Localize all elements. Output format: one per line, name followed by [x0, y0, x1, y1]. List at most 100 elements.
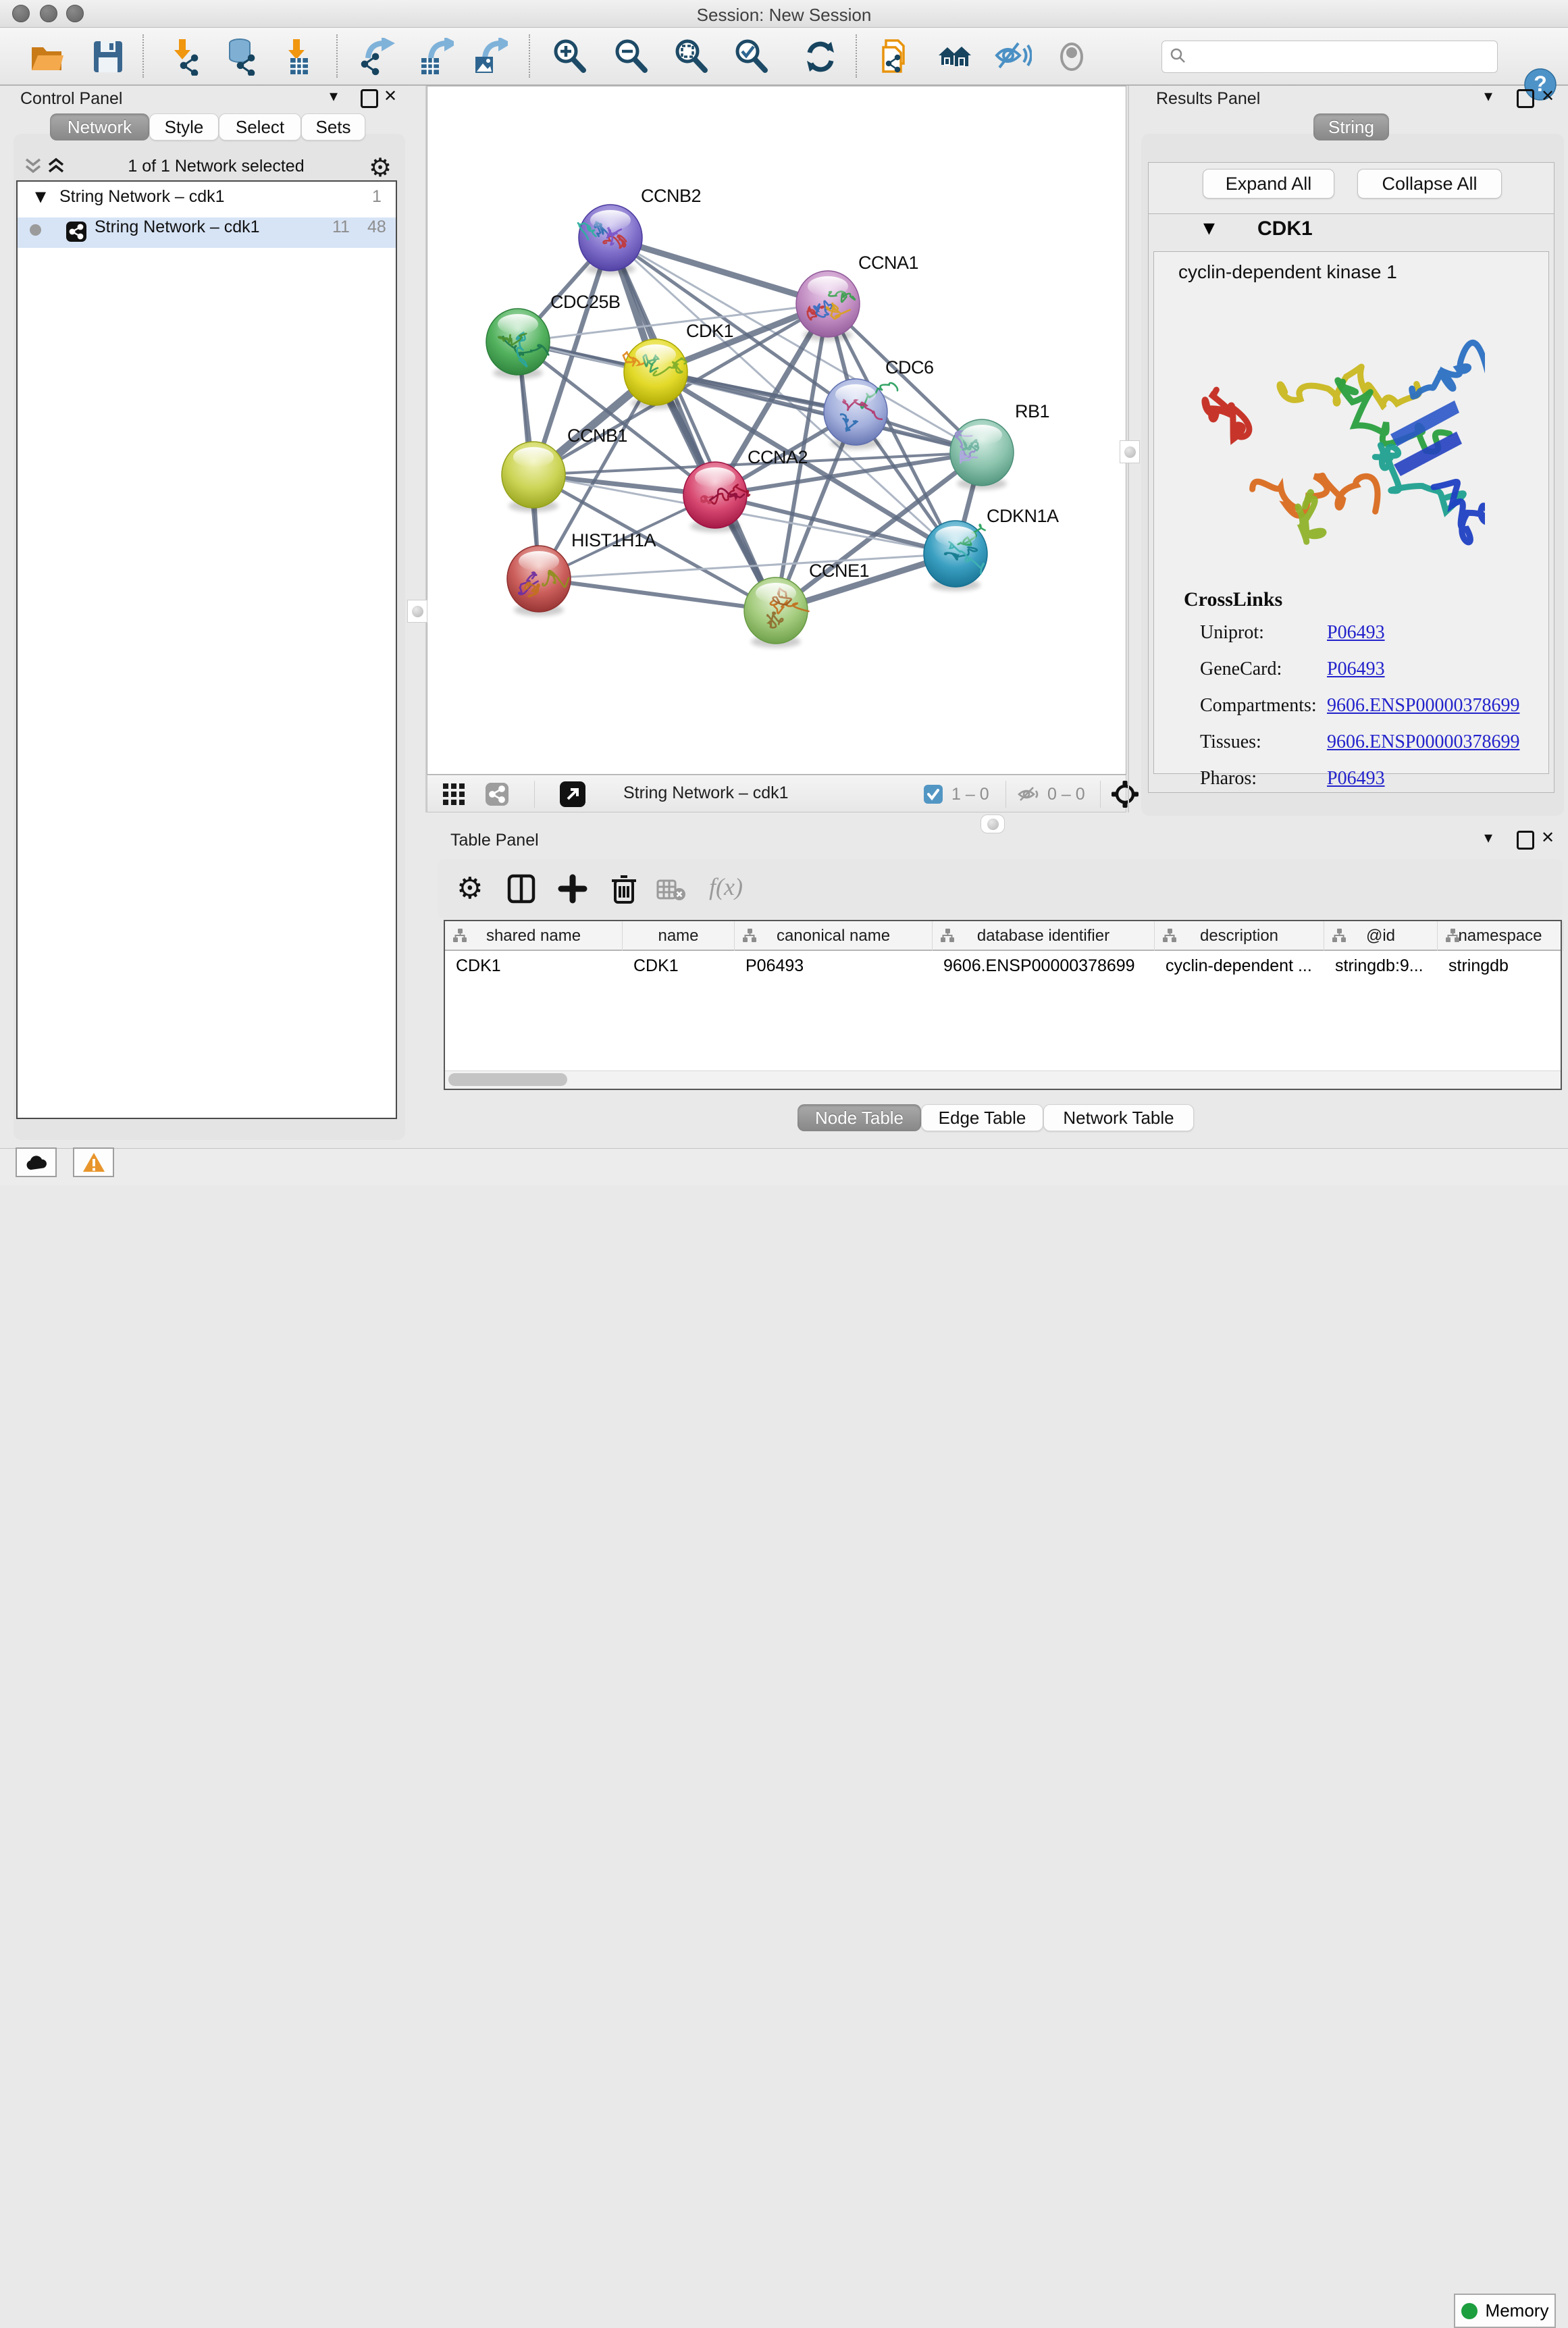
show-eye-icon[interactable]	[1053, 38, 1091, 76]
expand-all-button[interactable]: Expand All	[1203, 169, 1334, 199]
zoom-selected-icon[interactable]	[733, 38, 770, 76]
table-cell[interactable]: CDK1	[456, 956, 616, 976]
collapse-all-icon[interactable]	[24, 157, 42, 179]
edge-HIST1H1A-CCNE1	[539, 579, 776, 611]
table-hscrollbar-thumb[interactable]	[448, 1073, 567, 1086]
network-row-selected[interactable]: String Network – cdk1 11 48	[18, 217, 396, 248]
results-panel-maximize-icon[interactable]	[1517, 89, 1534, 108]
column-header-namespace[interactable]: namespace	[1438, 921, 1563, 951]
column-header-id[interactable]: @id	[1324, 921, 1438, 951]
fit-content-crosshair-icon[interactable]	[1111, 780, 1139, 812]
zoom-fit-icon[interactable]	[673, 38, 710, 76]
control-panel-maximize-icon[interactable]	[361, 89, 378, 108]
crosslink-label: GeneCard:	[1200, 658, 1282, 679]
node-CCNB1[interactable]: CCNB1	[502, 425, 627, 512]
cloud-button[interactable]	[16, 1147, 57, 1177]
section-collapse-triangle-icon[interactable]: ▼	[1203, 220, 1215, 237]
tab-edge-table[interactable]: Edge Table	[921, 1104, 1043, 1131]
table-panel-float-icon[interactable]: ▾	[1484, 828, 1492, 847]
function-builder-icon[interactable]: f(x)	[709, 873, 743, 901]
search-input[interactable]	[1193, 47, 1497, 67]
results-panel-close-icon[interactable]: ✕	[1541, 86, 1554, 105]
table-cell[interactable]: P06493	[746, 956, 926, 976]
zoom-in-icon[interactable]	[551, 38, 589, 76]
column-header-name[interactable]: name	[623, 921, 735, 951]
table-options-gear-icon[interactable]: ⚙	[456, 871, 483, 906]
selected-counter: 1 – 0	[951, 785, 989, 804]
export-image-icon[interactable]	[470, 38, 508, 76]
delete-column-trash-icon[interactable]	[609, 873, 639, 908]
table-panel-maximize-icon[interactable]	[1517, 831, 1534, 850]
import-database-icon[interactable]	[224, 38, 261, 76]
toolbar-separator	[529, 34, 530, 78]
hidden-eye-icon[interactable]	[1016, 784, 1041, 808]
control-panel-close-icon[interactable]: ✕	[384, 86, 397, 105]
window-title: Session: New Session	[0, 5, 1568, 26]
delete-table-icon[interactable]	[656, 878, 686, 906]
tab-style[interactable]: Style	[149, 113, 219, 140]
node-RB1[interactable]: RB1	[950, 401, 1049, 490]
collapse-all-button[interactable]: Collapse All	[1357, 169, 1502, 199]
tab-node-table[interactable]: Node Table	[798, 1104, 921, 1131]
selected-checkbox-icon[interactable]	[923, 784, 943, 808]
memory-button[interactable]: Memory	[1454, 2294, 1556, 2328]
show-columns-icon[interactable]	[506, 874, 536, 907]
node-CCNE1[interactable]: CCNE1	[744, 561, 869, 648]
column-header-databaseidentifier[interactable]: database identifier	[933, 921, 1155, 951]
copy-document-icon[interactable]	[878, 38, 916, 76]
results-panel-float-icon[interactable]: ▾	[1484, 86, 1492, 105]
table-cell[interactable]: cyclin-dependent ...	[1166, 956, 1317, 976]
expand-all-icon[interactable]	[47, 157, 65, 179]
left-splitter[interactable]	[425, 86, 427, 812]
control-panel-float-icon[interactable]: ▾	[330, 86, 338, 105]
crosslink-link[interactable]: P06493	[1327, 658, 1385, 680]
crosslink-link[interactable]: 9606.ENSP00000378699	[1327, 731, 1519, 753]
refresh-icon[interactable]	[802, 38, 839, 76]
crosslink-label: Compartments:	[1200, 695, 1317, 716]
left-splitter-handle[interactable]	[407, 600, 427, 623]
save-icon[interactable]	[89, 38, 127, 76]
node-CDKN1A[interactable]: CDKN1A	[924, 506, 1059, 591]
crosslink-link[interactable]: P06493	[1327, 768, 1385, 790]
network-options-gear-icon[interactable]: ⚙	[369, 153, 392, 182]
node-label-RB1: RB1	[1015, 401, 1049, 421]
table-cell[interactable]: CDK1	[633, 956, 728, 976]
collapse-triangle-icon[interactable]: ▼	[35, 188, 46, 205]
node-CDC25B[interactable]: CDC25B	[486, 292, 621, 379]
tab-network-table[interactable]: Network Table	[1043, 1104, 1194, 1131]
node-table[interactable]: shared name name canonical name database…	[444, 920, 1562, 1090]
tab-string[interactable]: String	[1313, 113, 1389, 140]
node-CCNA1[interactable]: CCNA1	[796, 253, 918, 341]
column-header-description[interactable]: description	[1155, 921, 1324, 951]
crosslink-link[interactable]: P06493	[1327, 622, 1385, 644]
zoom-out-icon[interactable]	[612, 38, 650, 76]
tab-sets[interactable]: Sets	[301, 113, 365, 140]
tab-network[interactable]: Network	[50, 113, 149, 140]
table-panel-close-icon[interactable]: ✕	[1541, 828, 1554, 847]
table-cell[interactable]: stringdb:9...	[1335, 956, 1431, 976]
table-cell[interactable]: 9606.ENSP00000378699	[943, 956, 1148, 976]
tab-select[interactable]: Select	[219, 113, 301, 140]
horizontal-splitter-handle[interactable]	[981, 814, 1005, 833]
homes-icon[interactable]	[936, 38, 974, 76]
string-view-icon[interactable]	[486, 783, 508, 806]
add-column-icon[interactable]	[558, 874, 587, 907]
column-header-sharedname[interactable]: shared name	[445, 921, 623, 951]
open-folder-icon[interactable]	[28, 38, 66, 76]
grid-view-icon[interactable]	[442, 783, 465, 809]
table-cell[interactable]: stringdb	[1448, 956, 1557, 976]
table-hscrollbar[interactable]	[445, 1070, 1561, 1089]
hide-selected-icon[interactable]	[994, 38, 1032, 76]
crosslink-link[interactable]: 9606.ENSP00000378699	[1327, 695, 1519, 717]
import-table-icon[interactable]	[281, 38, 319, 76]
warnings-button[interactable]	[73, 1147, 114, 1177]
column-header-canonicalname[interactable]: canonical name	[735, 921, 933, 951]
right-splitter-handle[interactable]	[1120, 440, 1140, 463]
network-canvas[interactable]: CCNB2 CCNA1 CDC25B CDK1 CDC6 RB1 CCNB1	[427, 86, 1126, 775]
import-network-icon[interactable]	[168, 38, 206, 76]
navigator-icon[interactable]	[560, 781, 585, 807]
status-bar: Memory	[0, 1148, 1568, 1185]
network-collection-row[interactable]: ▼ String Network – cdk1 1	[18, 187, 396, 217]
export-table-icon[interactable]	[416, 38, 454, 76]
export-network-icon[interactable]	[357, 38, 395, 76]
